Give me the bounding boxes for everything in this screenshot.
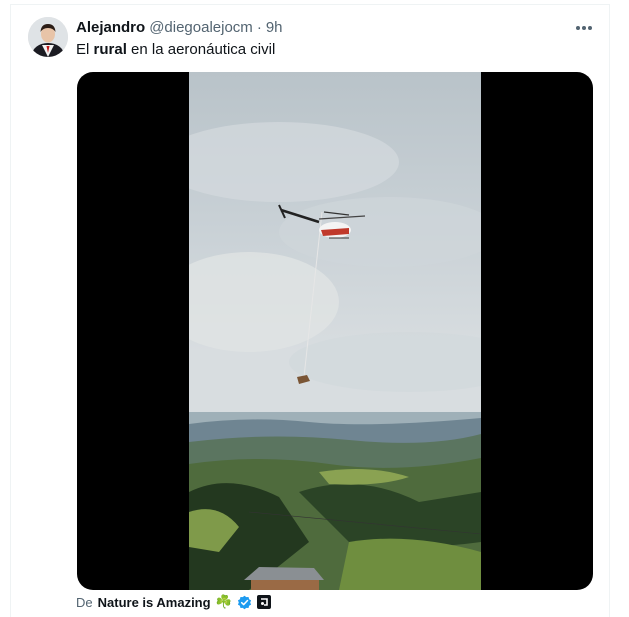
attribution-prefix: De — [76, 594, 93, 610]
more-options-button[interactable] — [572, 17, 596, 39]
tweet-text-bold: rural — [93, 41, 127, 58]
timestamp[interactable]: 9h — [266, 19, 283, 36]
video-frame — [189, 72, 481, 590]
clover-emoji: ☘️ — [215, 594, 232, 609]
user-handle[interactable]: @diegoalejocm — [149, 19, 253, 36]
source-attribution: De Nature is Amazing ☘️ — [76, 593, 271, 611]
video-player[interactable] — [77, 72, 593, 590]
tweet-header: Alejandro @diegoalejocm · 9h — [76, 17, 283, 37]
verified-badge-icon — [237, 595, 251, 609]
display-name[interactable]: Alejandro — [76, 19, 145, 36]
separator-dot: · — [256, 18, 262, 36]
more-horizontal-icon — [576, 26, 592, 30]
tweet-text: El rural en la aeronáutica civil — [76, 40, 275, 60]
avatar[interactable] — [28, 17, 68, 57]
tweet-text-end: en la aeronáutica civil — [126, 41, 276, 58]
affiliate-badge-icon — [256, 595, 271, 609]
avatar-image — [28, 17, 68, 57]
source-name[interactable]: Nature is Amazing — [98, 595, 211, 610]
tweet-text-start: El — [76, 41, 94, 58]
